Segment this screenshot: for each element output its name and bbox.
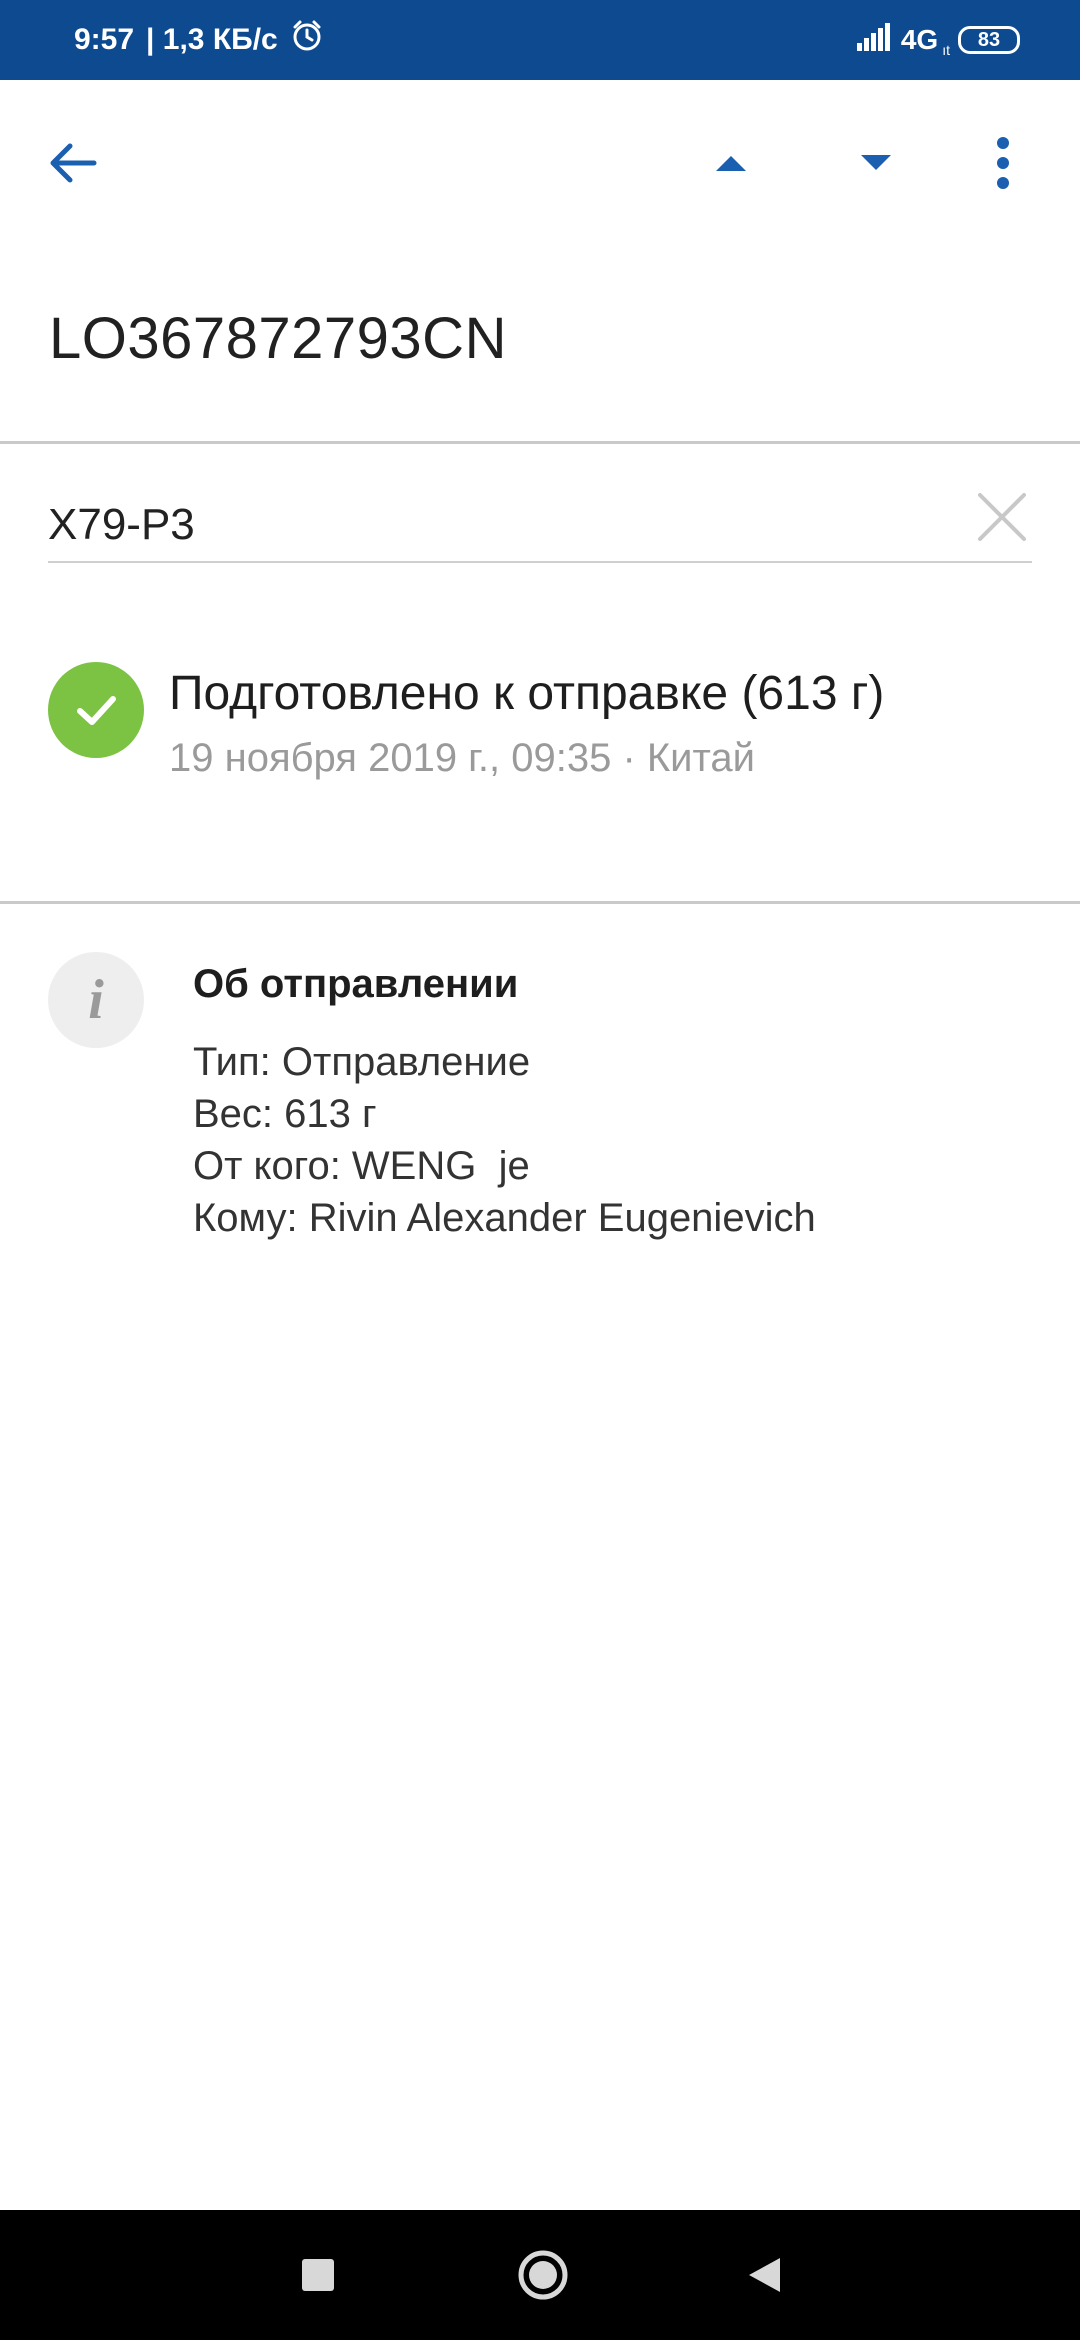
network-sub: ıt (942, 42, 950, 58)
back-nav-button[interactable] (719, 2235, 809, 2315)
alarm-icon (290, 19, 324, 61)
signal-icon (856, 22, 893, 58)
info-icon: i (48, 952, 144, 1048)
status-check-badge (48, 662, 144, 758)
tracking-number: LO367872793CN (49, 306, 507, 371)
app-bar (0, 80, 1080, 250)
arrow-back-icon (50, 143, 97, 183)
more-vert-icon (997, 137, 1009, 189)
clear-button[interactable] (972, 487, 1032, 547)
battery-icon: 83 (958, 26, 1020, 54)
more-options-button[interactable] (958, 118, 1048, 208)
back-triangle-icon (749, 2258, 780, 2292)
network-type: 4G (900, 24, 939, 55)
tracking-detail-screen: 9:57 | 1,3 КБ/с 4G ıt 83 LO367872793CN X… (0, 0, 1080, 2340)
event-title: Подготовлено к отправке (613 г) (169, 667, 885, 720)
info-title: Об отправлении (193, 962, 519, 1006)
previous-button[interactable] (686, 118, 776, 208)
home-button[interactable] (498, 2235, 588, 2315)
info-sender: От кого: WENG je (193, 1144, 530, 1188)
status-time: 9:57 (74, 23, 135, 56)
system-nav-bar (0, 2210, 1080, 2340)
event-subtitle: 19 ноября 2019 г., 09:35 · Китай (169, 736, 755, 780)
caret-down-icon (861, 155, 891, 170)
back-button[interactable] (27, 118, 117, 208)
info-recipient: Кому: Rivin Alexander Eugenievich (193, 1196, 816, 1240)
next-button[interactable] (831, 118, 921, 208)
check-icon (77, 696, 116, 725)
battery-level: 83 (977, 28, 1001, 51)
status-bar: 9:57 | 1,3 КБ/с 4G ıt 83 (0, 0, 1080, 80)
status-right: 4G ıt 83 (856, 0, 1020, 80)
shipment-info: i Об отправлении Тип: Отправление Вес: 6… (48, 952, 1048, 1252)
recents-square-icon (302, 2259, 334, 2291)
info-lines: Тип: Отправление Вес: 613 г От кого: WEN… (193, 1036, 816, 1244)
caret-up-icon (716, 156, 746, 171)
status-left: 9:57 | 1,3 КБ/с (74, 0, 324, 80)
info-type: Тип: Отправление (193, 1040, 531, 1084)
tracking-event: Подготовлено к отправке (613 г) 19 ноябр… (48, 660, 1048, 790)
header-divider (0, 441, 1080, 444)
info-weight: Вес: 613 г (193, 1092, 377, 1136)
close-icon (978, 493, 1026, 541)
section-divider (0, 901, 1080, 904)
status-net-speed: | 1,3 КБ/с (146, 23, 278, 56)
parcel-name-field (48, 475, 1032, 563)
recents-button[interactable] (273, 2235, 363, 2315)
parcel-name-input[interactable] (48, 495, 928, 555)
home-circle-icon (518, 2250, 568, 2300)
